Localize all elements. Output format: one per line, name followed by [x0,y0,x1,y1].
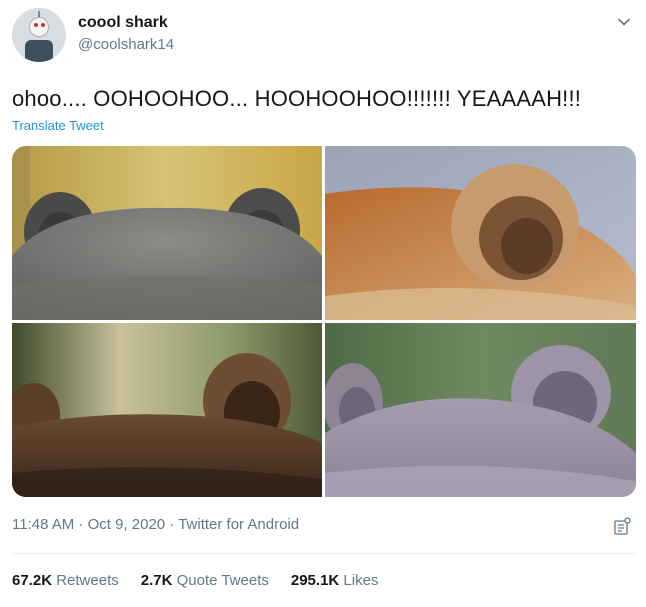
avatar-body [25,40,53,62]
bear-image-orange[interactable] [325,146,636,320]
analytics-icon[interactable] [612,516,632,536]
author-name[interactable]: coool shark [78,14,168,32]
translate-tweet-link[interactable]: Translate Tweet [12,118,104,133]
tweet-timestamp[interactable]: 11:48 AM · Oct 9, 2020 · Twitter for And… [12,516,299,533]
retweets-count: 67.2K [12,572,57,589]
quote-tweets-count: 2.7K [140,572,177,589]
retweets-label: Retweets [56,572,119,589]
bear-image-lavender[interactable] [325,323,636,497]
quote-tweets-label: Quote Tweets [176,572,269,589]
bear-image-dark-brown[interactable] [12,323,322,497]
media-grid [12,146,636,497]
likes-count: 295.1K [290,572,344,589]
retweets-stat[interactable]: 67.2K Retweets [12,572,119,589]
avatar-head [29,17,49,37]
bear-image-gray[interactable] [12,146,322,320]
tweet-stats: 67.2K Retweets 2.7K Quote Tweets 295.1K … [12,572,400,589]
divider [12,553,636,554]
avatar-eye-left [34,23,38,27]
tweet-header: coool shark @coolshark14 [12,8,638,64]
likes-label: Likes [343,572,379,589]
likes-stat[interactable]: 295.1K Likes [291,572,379,589]
avatar[interactable] [12,8,66,62]
avatar-eye-right [41,23,45,27]
chevron-down-icon[interactable] [616,14,632,30]
tweet-text: ohoo.... OOHOOHOO... HOOHOOHOO!!!!!!! YE… [12,86,582,111]
author-handle[interactable]: @coolshark14 [78,36,174,53]
quote-tweets-stat[interactable]: 2.7K Quote Tweets [141,572,269,589]
